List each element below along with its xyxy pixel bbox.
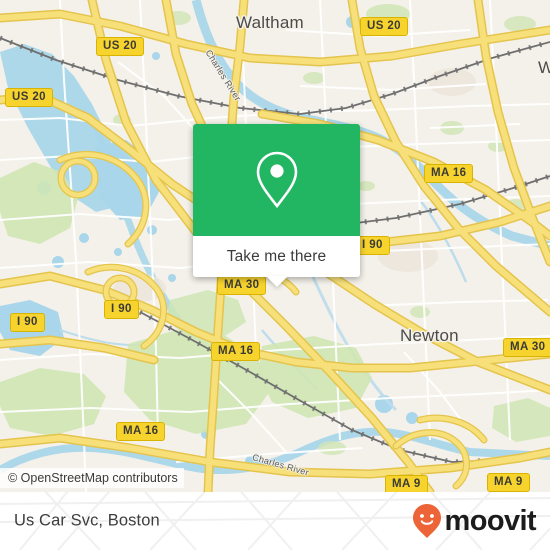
map-canvas[interactable]: Waltham Newton W Charles River Charles R… (0, 0, 550, 492)
popup-pointer-tail (265, 276, 288, 287)
road-shield-ma-30-a: MA 30 (217, 276, 267, 295)
moovit-logo[interactable]: moovit (412, 503, 537, 539)
moovit-wordmark: moovit (444, 504, 537, 537)
road-shield-ma-30-b: MA 30 (503, 338, 550, 357)
road-shield-us-20-c: US 20 (360, 17, 408, 36)
popup-header (193, 124, 360, 236)
location-popup-card[interactable]: Take me there (193, 124, 360, 287)
road-shield-i-90-occluded: I 90 (355, 236, 390, 255)
road-shield-i-90-a: I 90 (104, 300, 139, 319)
map-pin-icon (256, 151, 297, 209)
road-shield-us-20-a: US 20 (96, 37, 144, 56)
take-me-there-label: Take me there (226, 247, 327, 265)
osm-attribution-label: © OpenStreetMap contributors (8, 471, 178, 485)
footer-bar: Us Car Svc, Boston moovit (0, 492, 550, 550)
road-shield-ma-16-c: MA 16 (116, 422, 166, 441)
moovit-pin-smiley-icon (412, 504, 441, 538)
place-title: Us Car Svc, Boston (14, 511, 160, 530)
map-screenshot: Waltham Newton W Charles River Charles R… (0, 0, 550, 550)
take-me-there-button[interactable]: Take me there (193, 236, 360, 287)
road-shield-ma-9-a: MA 9 (385, 475, 428, 492)
road-shield-i-90-b: I 90 (10, 313, 45, 332)
road-shield-ma-16-b: MA 16 (211, 342, 261, 361)
road-shield-us-20-b: US 20 (5, 88, 53, 107)
osm-attribution[interactable]: © OpenStreetMap contributors (0, 468, 184, 488)
road-shield-ma-9-b: MA 9 (487, 473, 530, 492)
road-shield-ma-16-a: MA 16 (424, 164, 474, 183)
